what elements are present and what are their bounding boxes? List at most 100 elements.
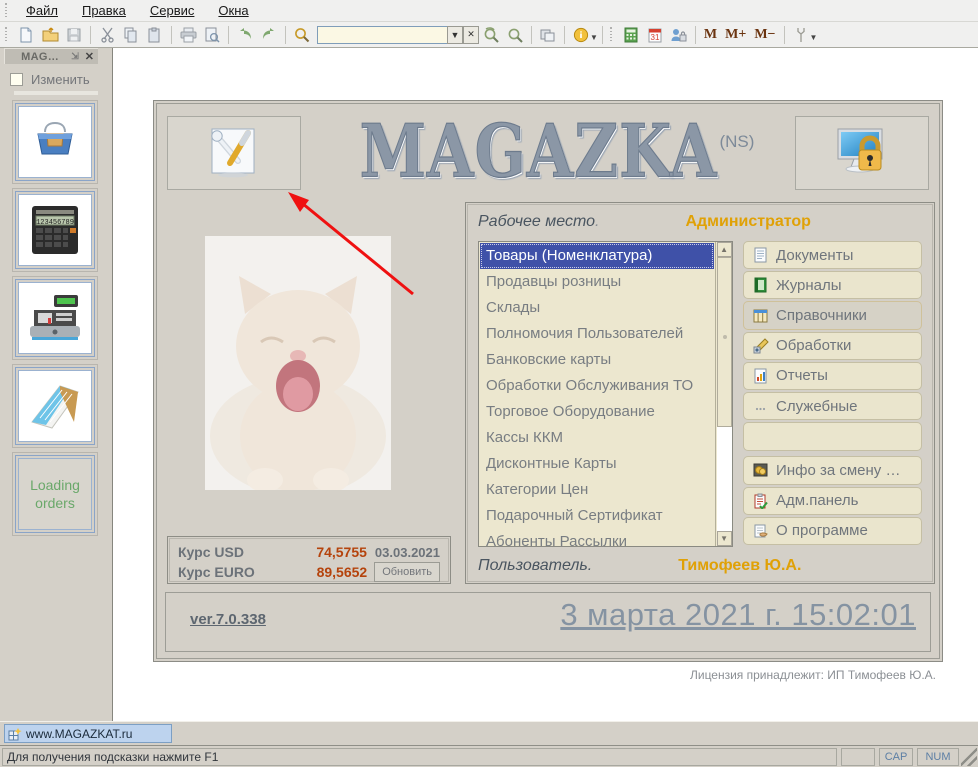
status-cell-caps: CAP xyxy=(879,747,913,766)
cascade-windows-icon[interactable] xyxy=(536,24,560,46)
scrollbar-track[interactable] xyxy=(716,257,732,531)
toolbar-grip[interactable] xyxy=(606,26,616,43)
scrollbar-thumb[interactable] xyxy=(716,257,732,427)
dock-button-calculator[interactable]: 123456789 xyxy=(12,188,98,272)
scroll-down-button[interactable]: ▼ xyxy=(716,531,732,546)
list-item[interactable]: Категории Цен xyxy=(480,477,714,503)
list-item[interactable]: Кассы ККМ xyxy=(480,425,714,451)
app-logo: MAGAZKA (NS) xyxy=(347,114,767,191)
cash-register-icon xyxy=(18,282,92,354)
print-preview-icon[interactable] xyxy=(200,24,224,46)
menu-button-service[interactable]: Служебные xyxy=(743,392,922,421)
dock-button-notepad[interactable] xyxy=(12,364,98,448)
menu-button-documents[interactable]: Документы xyxy=(743,241,922,270)
toolbar-separator xyxy=(90,25,91,44)
calculator-icon[interactable] xyxy=(619,24,643,46)
menu-bar: Файл Правка Сервис Окна xyxy=(0,0,978,22)
menu-edit[interactable]: Правка xyxy=(70,1,138,20)
find-again-icon[interactable] xyxy=(479,24,503,46)
section-menu: Документы Журналы Справочники Обработки … xyxy=(743,241,922,547)
menu-edit-label: Правка xyxy=(81,3,126,18)
search-input[interactable] xyxy=(317,25,447,44)
chevron-down-icon[interactable]: ▼ xyxy=(810,33,818,42)
dock-button-frame: 123456789 xyxy=(15,191,95,269)
undo-icon[interactable] xyxy=(233,24,257,46)
user-row: Пользователь. Тимофеев Ю.А. xyxy=(478,557,922,575)
list-item[interactable]: Склады xyxy=(480,295,714,321)
dock-button-basket[interactable] xyxy=(12,100,98,184)
calendar-icon[interactable]: 31 xyxy=(643,24,667,46)
user-lock-icon[interactable] xyxy=(667,24,691,46)
chevron-down-icon[interactable]: ▼ xyxy=(590,33,598,42)
menu-button-shift-info[interactable]: Инфо за смену … xyxy=(743,456,922,485)
redo-icon[interactable] xyxy=(257,24,281,46)
open-folder-icon[interactable] xyxy=(38,24,62,46)
paste-icon[interactable] xyxy=(143,24,167,46)
toolbar-separator xyxy=(564,25,565,44)
menu-button-about[interactable]: О программе xyxy=(743,516,922,545)
dock-tab-header[interactable]: MAG… ⇲ ✕ xyxy=(4,48,98,64)
edit-mode-checkbox-row[interactable]: Изменить xyxy=(0,64,110,91)
menu-bar-grip[interactable] xyxy=(2,2,11,19)
menu-windows[interactable]: Окна xyxy=(206,1,260,20)
search-combo[interactable]: ▼ ✕ xyxy=(317,25,479,44)
edit-mode-label: Изменить xyxy=(31,72,90,87)
menu-button-reports[interactable]: Отчеты xyxy=(743,361,922,391)
app-logo-suffix: (NS) xyxy=(719,132,755,151)
taskbar-item-magazkat[interactable]: www.MAGAZKAT.ru xyxy=(4,724,172,743)
chevron-down-icon[interactable]: ▼ xyxy=(447,25,463,44)
dock-tab-title: MAG… xyxy=(21,50,60,63)
resize-grip-icon[interactable] xyxy=(961,747,977,766)
pin-icon[interactable]: ⇲ xyxy=(71,51,79,62)
toolbar-grip[interactable] xyxy=(2,26,11,43)
menu-button-empty[interactable] xyxy=(743,422,922,451)
mdi-client-area: MAGAZKA (NS) Рабочее место. Администрато… xyxy=(112,48,978,721)
menu-file[interactable]: Файл xyxy=(14,1,70,20)
settings-button[interactable] xyxy=(167,116,301,190)
menu-button-admin-panel[interactable]: Адм.панель xyxy=(743,486,922,515)
version-link[interactable]: ver.7.0.338 xyxy=(190,611,266,628)
currency-rates-inner: Курс USD 74,5755 03.03.2021 Курс EURO 89… xyxy=(169,538,449,582)
currency-rates-card: Курс USD 74,5755 03.03.2021 Курс EURO 89… xyxy=(167,536,451,584)
save-icon[interactable] xyxy=(62,24,86,46)
edit-mode-checkbox[interactable] xyxy=(10,73,23,86)
memory-plus-button[interactable]: M+ xyxy=(721,27,750,43)
clear-search-button[interactable]: ✕ xyxy=(463,25,479,44)
list-item[interactable]: Торговое Оборудование xyxy=(480,399,714,425)
loading-orders-label-wrap: Loading orders xyxy=(18,458,92,530)
cut-icon[interactable] xyxy=(95,24,119,46)
new-document-icon[interactable] xyxy=(14,24,38,46)
loading-orders-line2: orders xyxy=(35,495,75,511)
close-icon[interactable]: ✕ xyxy=(85,50,94,63)
list-item[interactable]: Продавцы розницы xyxy=(480,269,714,295)
list-item[interactable]: Дисконтные Карты xyxy=(480,451,714,477)
scroll-up-button[interactable]: ▲ xyxy=(716,242,732,257)
list-item[interactable]: Абоненты Рассылки xyxy=(480,529,714,546)
dock-button-loading-orders[interactable]: Loading orders xyxy=(12,452,98,536)
menu-service[interactable]: Сервис xyxy=(138,1,207,20)
search-icon[interactable] xyxy=(290,24,314,46)
menu-button-journals[interactable]: Журналы xyxy=(743,271,922,300)
workplace-card: Рабочее место. Администратор Товары (Ном… xyxy=(465,202,935,584)
memory-recall-button[interactable]: M xyxy=(700,27,721,43)
list-item[interactable]: Товары (Номенклатура) xyxy=(480,243,715,269)
scrollbar-thumb-grip xyxy=(722,335,727,340)
list-item[interactable]: Банковские карты xyxy=(480,347,714,373)
list-item[interactable]: Подарочный Сертификат xyxy=(480,503,714,529)
copy-icon[interactable] xyxy=(119,24,143,46)
dock-divider xyxy=(14,91,98,95)
menu-button-catalogs[interactable]: Справочники xyxy=(743,301,922,330)
menu-button-label: Обработки xyxy=(776,337,852,355)
dock-button-cash-register[interactable] xyxy=(12,276,98,360)
catalog-list-scrollbar[interactable]: ▲ ▼ xyxy=(715,242,733,546)
print-icon[interactable] xyxy=(176,24,200,46)
list-item[interactable]: Полномочия Пользователей xyxy=(480,321,714,347)
left-dock-panel: MAG… ⇲ ✕ Изменить 123456789 Loading orde… xyxy=(0,48,110,721)
memory-minus-button[interactable]: M− xyxy=(750,27,779,43)
catalog-listbox[interactable]: Товары (Номенклатура) Продавцы розницы С… xyxy=(478,241,734,547)
find-previous-icon[interactable] xyxy=(503,24,527,46)
lock-session-button[interactable] xyxy=(795,116,929,190)
list-item[interactable]: Обработки Обслуживания ТО xyxy=(480,373,714,399)
refresh-rates-button[interactable]: Обновить xyxy=(374,562,440,582)
menu-button-processing[interactable]: Обработки xyxy=(743,331,922,360)
